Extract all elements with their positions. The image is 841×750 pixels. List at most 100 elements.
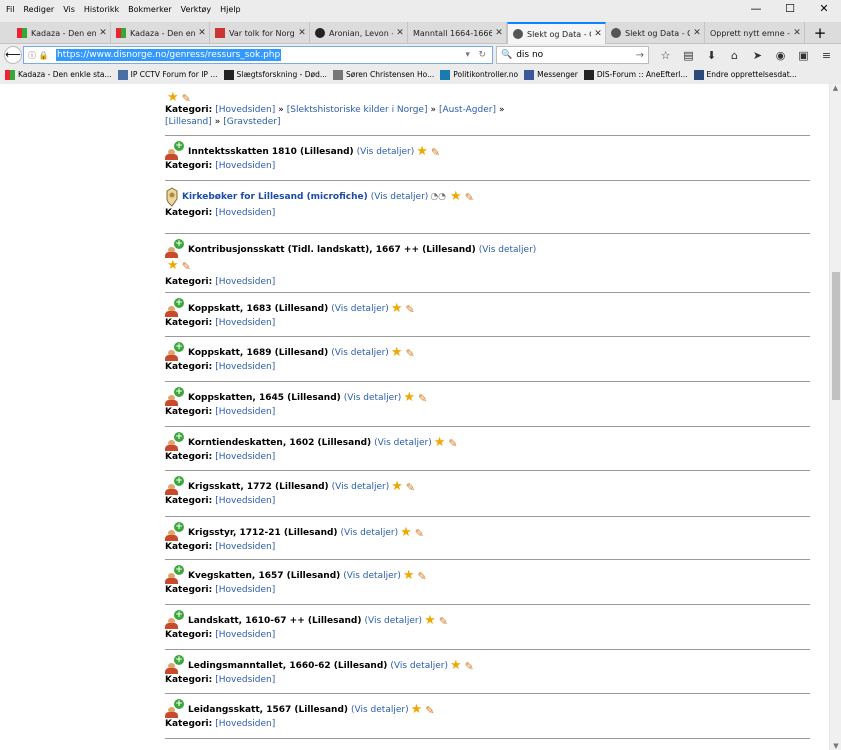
favorite-star-icon[interactable]: ★ xyxy=(403,569,415,582)
favorite-star-icon[interactable]: ★ xyxy=(391,480,403,493)
favorite-star-icon[interactable]: ★ xyxy=(391,302,403,315)
hamburger-menu-icon[interactable]: ≡ xyxy=(815,49,838,62)
send-icon[interactable]: ➤ xyxy=(746,49,769,62)
url-bar[interactable]: ⓘ 🔒 https://www.disnorge.no/genress/ress… xyxy=(23,46,493,64)
edit-pencil-icon[interactable]: ✎ xyxy=(406,481,415,494)
category-link[interactable]: [Hovedsiden] xyxy=(215,318,275,328)
close-tab-icon[interactable]: ✕ xyxy=(591,29,605,39)
browser-tab[interactable]: Manntall 1664-1666 E✕ xyxy=(408,22,507,44)
menu-tools[interactable]: Verktøy xyxy=(181,5,211,14)
close-tab-icon[interactable]: ✕ xyxy=(195,28,209,38)
menu-help[interactable]: Hjelp xyxy=(220,5,240,14)
browser-tab[interactable]: Slekt og Data - Gr✕ xyxy=(507,22,606,44)
favorite-star-icon[interactable]: ★ xyxy=(434,436,446,449)
bookmark-item[interactable]: Politikontroller.no xyxy=(440,69,518,80)
category-link[interactable]: [Hovedsiden] xyxy=(215,208,275,218)
edit-pencil-icon[interactable]: ✎ xyxy=(425,704,434,717)
close-tab-icon[interactable]: ✕ xyxy=(492,28,506,38)
view-details-link[interactable]: (Vis detaljer) xyxy=(331,304,389,314)
favorite-star-icon[interactable]: ★ xyxy=(167,259,179,272)
view-details-link[interactable]: (Vis detaljer) xyxy=(331,348,389,358)
menu-view[interactable]: Vis xyxy=(63,5,75,14)
view-details-link[interactable]: (Vis detaljer) xyxy=(374,438,432,448)
category-link[interactable]: [Hovedsiden] xyxy=(215,161,275,171)
edit-pencil-icon[interactable]: ✎ xyxy=(405,347,414,360)
favorite-star-icon[interactable]: ★ xyxy=(167,91,179,104)
search-bar[interactable]: 🔍 dis no → xyxy=(496,46,649,64)
category-link[interactable]: [Hovedsiden] xyxy=(215,407,275,417)
menu-file[interactable]: Fil xyxy=(6,5,14,14)
site-info-icon[interactable]: ⓘ 🔒 xyxy=(28,50,56,61)
maximize-button[interactable]: ☐ xyxy=(773,0,807,18)
bookmark-item[interactable]: Søren Christensen Ho... xyxy=(332,69,434,80)
back-button[interactable]: ⟵ xyxy=(4,46,22,64)
view-details-link[interactable]: (Vis detaljer) xyxy=(341,528,399,538)
favorite-star-icon[interactable]: ★ xyxy=(411,703,423,716)
menu-history[interactable]: Historikk xyxy=(84,5,119,14)
view-details-link[interactable]: (Vis detaljer) xyxy=(479,245,537,255)
category-link[interactable]: [Hovedsiden] xyxy=(215,585,275,595)
bookmark-item[interactable]: Messenger xyxy=(524,69,578,80)
menu-edit[interactable]: Rediger xyxy=(23,5,54,14)
browser-tab[interactable]: Kadaza - Den enkl✕ xyxy=(111,22,210,44)
category-link[interactable]: [Hovedsiden] xyxy=(215,630,275,640)
scroll-down-icon[interactable]: ▼ xyxy=(830,742,841,750)
edit-pencil-icon[interactable]: ✎ xyxy=(465,191,474,204)
edit-pencil-icon[interactable]: ✎ xyxy=(182,92,191,105)
category-link[interactable]: [Hovedsiden] xyxy=(215,496,275,506)
search-input[interactable]: dis no xyxy=(516,50,543,60)
url-dropdown-reload-icon[interactable]: ▾ ↻ xyxy=(465,50,486,60)
close-tab-icon[interactable]: ✕ xyxy=(790,28,804,38)
favorite-star-icon[interactable]: ★ xyxy=(416,145,428,158)
browser-tab[interactable]: Slekt og Data - Gr✕ xyxy=(606,22,705,44)
browser-tab[interactable]: Opprett nytt emne - / ✕ xyxy=(705,22,805,44)
breadcrumb-link[interactable]: [Aust-Agder] xyxy=(439,105,496,115)
view-details-link[interactable]: (Vis detaljer) xyxy=(371,192,429,202)
view-details-link[interactable]: (Vis detaljer) xyxy=(332,482,390,492)
breadcrumb-link[interactable]: [Gravsteder] xyxy=(223,117,280,127)
browser-tab[interactable]: Var tolk for Norge ✕ xyxy=(210,22,310,44)
edit-pencil-icon[interactable]: ✎ xyxy=(415,527,424,540)
browser-tab[interactable]: Kadaza - Den enkl✕ xyxy=(12,22,111,44)
close-tab-icon[interactable]: ✕ xyxy=(690,28,704,38)
close-window-button[interactable]: ✕ xyxy=(807,0,841,18)
edit-pencil-icon[interactable]: ✎ xyxy=(418,570,427,583)
category-link[interactable]: [Hovedsiden] xyxy=(215,719,275,729)
breadcrumb-link[interactable]: [Lillesand] xyxy=(165,117,212,127)
url-text[interactable]: https://www.disnorge.no/genress/ressurs_… xyxy=(56,49,282,61)
bookmark-item[interactable]: Slægtsforskning - Død... xyxy=(223,69,327,80)
edit-pencil-icon[interactable]: ✎ xyxy=(405,303,414,316)
bookmark-item[interactable]: DIS-Forum :: AneEfterl... xyxy=(583,69,688,80)
favorite-star-icon[interactable]: ★ xyxy=(400,526,412,539)
search-go-icon[interactable]: → xyxy=(636,50,644,61)
bookmark-item[interactable]: IP CCTV Forum for IP ... xyxy=(117,69,218,80)
favorite-star-icon[interactable]: ★ xyxy=(424,614,436,627)
category-link[interactable]: [Hovedsiden] xyxy=(215,362,275,372)
download-icon[interactable]: ⬇ xyxy=(700,49,723,62)
edit-pencil-icon[interactable]: ✎ xyxy=(418,392,427,405)
favorite-star-icon[interactable]: ★ xyxy=(450,190,462,203)
favorite-star-icon[interactable]: ★ xyxy=(391,346,403,359)
bookmark-item[interactable]: Kadaza - Den enkle sta... xyxy=(5,69,112,80)
resource-title-link[interactable]: Kirkebøker for Lillesand (microfiche) xyxy=(182,192,368,202)
extension-icon[interactable]: ▣ xyxy=(792,49,815,62)
scrollbar[interactable]: ▲ ▼ xyxy=(829,84,841,750)
view-details-link[interactable]: (Vis detaljer) xyxy=(357,147,415,157)
edit-pencil-icon[interactable]: ✎ xyxy=(465,660,474,673)
favorite-star-icon[interactable]: ★ xyxy=(450,659,462,672)
close-tab-icon[interactable]: ✕ xyxy=(96,28,110,38)
home-icon[interactable]: ⌂ xyxy=(723,49,746,62)
category-link[interactable]: [Hovedsiden] xyxy=(215,452,275,462)
reading-list-icon[interactable]: ▤ xyxy=(677,49,700,62)
view-details-link[interactable]: (Vis detaljer) xyxy=(365,616,423,626)
edit-pencil-icon[interactable]: ✎ xyxy=(439,615,448,628)
scroll-up-icon[interactable]: ▲ xyxy=(830,84,841,96)
category-link[interactable]: [Hovedsiden] xyxy=(215,277,275,287)
bookmark-item[interactable]: Endre opprettelsesdat... xyxy=(693,69,797,80)
close-tab-icon[interactable]: ✕ xyxy=(295,28,309,38)
view-details-link[interactable]: (Vis detaljer) xyxy=(351,705,409,715)
new-tab-button[interactable]: + xyxy=(809,22,831,44)
browser-tab[interactable]: Aronian, Levon - ✕ xyxy=(310,22,408,44)
bookmark-star-icon[interactable]: ☆ xyxy=(654,49,677,62)
favorite-star-icon[interactable]: ★ xyxy=(403,391,415,404)
